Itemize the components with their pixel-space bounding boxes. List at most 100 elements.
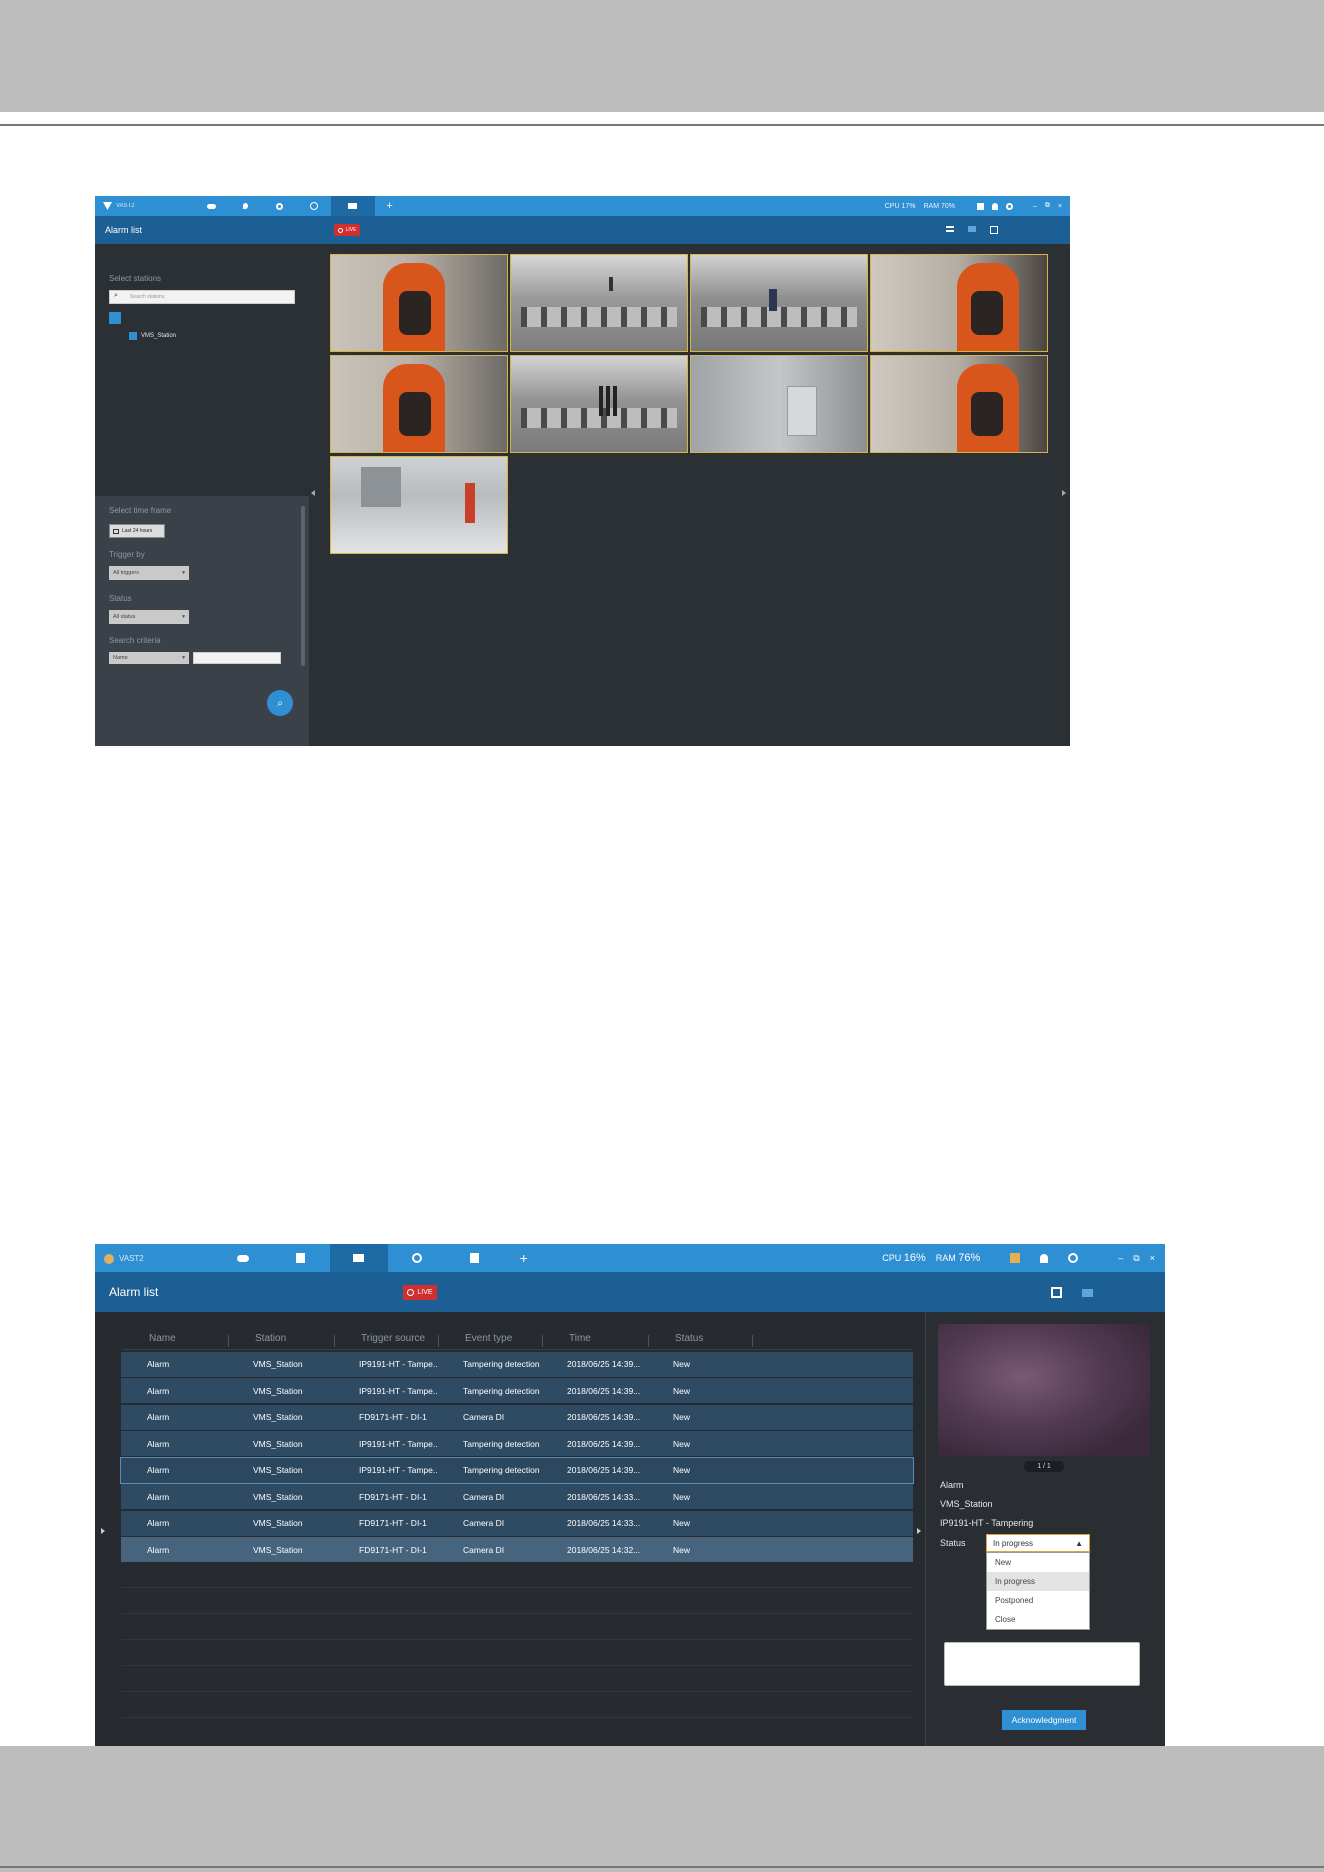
cell-event-type: Tampering detection [463, 1465, 540, 1475]
alarm-list-live-screenshot: VAST2 + CPU 17% RAM 70% – ⧉ × Alarm list… [95, 196, 1070, 746]
column-header-station[interactable]: Station [229, 1333, 335, 1347]
add-tab-button[interactable]: + [375, 196, 405, 216]
close-button[interactable]: × [1058, 203, 1062, 210]
snapshot-tile[interactable] [870, 254, 1048, 352]
table-row[interactable]: Alarm VMS_Station IP9191-HT - Tampe... Tamp… [121, 1431, 913, 1456]
page-title: Alarm list [105, 225, 143, 235]
time-frame-button[interactable]: Last 24 hours [109, 524, 165, 538]
minimize-button[interactable]: – [1033, 203, 1037, 210]
time-frame-label: Select time frame [109, 506, 172, 515]
tab-settings[interactable] [388, 1244, 446, 1272]
cpu-usage: CPU 17% [884, 202, 916, 210]
bell-icon[interactable] [992, 202, 998, 210]
tab-map[interactable] [229, 196, 263, 216]
collapse-left-handle[interactable] [101, 1528, 105, 1534]
snapshot-tile[interactable] [510, 254, 688, 352]
close-button[interactable]: × [1150, 1253, 1155, 1263]
vivotek-logo-icon [103, 202, 112, 210]
snapshot-tile[interactable] [690, 254, 868, 352]
live-button[interactable]: LIVE [403, 1284, 437, 1300]
search-fab-button[interactable]: ⌕ [267, 690, 293, 716]
restore-button[interactable]: ⧉ [1133, 1253, 1139, 1264]
column-header-name[interactable]: Name [123, 1333, 229, 1347]
cell-event-type: Camera DI [463, 1412, 505, 1422]
export-icon[interactable] [990, 226, 998, 234]
caret-down-icon: ▾ [182, 570, 185, 576]
criteria-label: Search criteria [109, 636, 161, 645]
station-tree-item[interactable]: VMS_Station [129, 332, 176, 340]
comment-textarea[interactable] [944, 1642, 1140, 1686]
table-row[interactable]: Alarm VMS_Station FD9171-HT - DI-1 Camera D… [121, 1484, 913, 1509]
grid-icon[interactable] [977, 202, 984, 210]
status-option-postponed[interactable]: Postponed [987, 1591, 1089, 1610]
column-header-time[interactable]: Time [543, 1333, 649, 1347]
tab-alarm-list[interactable] [330, 196, 375, 216]
checkbox-checked-icon[interactable] [129, 332, 137, 340]
tab-settings[interactable] [263, 196, 297, 216]
map-icon [296, 1253, 306, 1263]
status-option-in-progress[interactable]: In progress [987, 1572, 1089, 1591]
cell-station: VMS_Station [253, 1544, 303, 1555]
table-row[interactable]: Alarm VMS_Station FD9171-HT - DI-1 Camera D… [121, 1537, 913, 1562]
snapshot-tile[interactable] [870, 355, 1048, 453]
export-icon[interactable] [1051, 1286, 1062, 1298]
building-icon [470, 1253, 480, 1263]
snapshot-tile[interactable] [690, 355, 868, 453]
restore-button[interactable]: ⧉ [1045, 202, 1050, 210]
snapshot-tile[interactable] [510, 355, 688, 453]
criteria-input[interactable] [193, 652, 281, 664]
snapshot-tile[interactable] [330, 456, 508, 554]
add-tab-button[interactable]: + [504, 1244, 544, 1272]
acknowledgment-button[interactable]: Acknowledgment [1002, 1710, 1086, 1730]
table-row[interactable]: Alarm VMS_Station IP9191-HT - Tampe... Tamp… [121, 1378, 913, 1403]
cell-status: New [673, 1465, 691, 1475]
cell-name: Alarm [147, 1544, 170, 1555]
tab-building[interactable] [446, 1244, 504, 1272]
collapse-right-handle[interactable] [917, 1528, 921, 1534]
status-select[interactable]: In progress ▲ [986, 1534, 1090, 1552]
tab-alarm-list[interactable] [329, 1244, 388, 1272]
scrollbar[interactable] [301, 506, 305, 666]
status-option-new[interactable]: New [987, 1553, 1089, 1572]
criteria-value: Name [113, 655, 128, 661]
column-header-status[interactable]: Status [649, 1333, 753, 1347]
folder-icon[interactable] [1082, 1288, 1093, 1297]
column-header-trigger-source[interactable]: Trigger source [335, 1333, 439, 1347]
table-row[interactable]: Alarm VMS_Station IP9191-HT - Tampe... Tamp… [121, 1351, 913, 1377]
criteria-dropdown[interactable]: Name ▾ [109, 652, 189, 664]
cell-event-type: Camera DI [463, 1518, 505, 1528]
table-row[interactable]: Alarm VMS_Station IP9191-HT - Tampe... Tamp… [120, 1456, 914, 1484]
tab-search[interactable] [297, 196, 331, 216]
turnstiles [521, 307, 677, 327]
minimize-button[interactable]: – [1118, 1253, 1123, 1263]
station-search-input[interactable]: ⌕ Search stations [109, 290, 295, 304]
table-row[interactable]: Alarm VMS_Station FD9171-HT - DI-1 Camera D… [121, 1404, 913, 1430]
collapse-left-handle[interactable] [311, 490, 315, 496]
gear-icon[interactable] [1006, 202, 1013, 210]
search-icon: ⌕ [114, 292, 118, 299]
snapshot-tile[interactable] [330, 355, 508, 453]
tab-map[interactable] [272, 1244, 330, 1272]
ram-usage: RAM 76% [935, 1252, 981, 1264]
live-icon [337, 227, 343, 233]
folder-icon[interactable] [968, 226, 976, 232]
list-view-icon[interactable] [946, 226, 954, 232]
tab-cloud[interactable] [214, 1244, 272, 1272]
cpu-usage: CPU 16% [882, 1252, 926, 1264]
cloud-icon [236, 1254, 249, 1262]
live-label: LIVE [417, 1288, 433, 1296]
status-option-close[interactable]: Close [987, 1610, 1089, 1629]
collapse-right-handle[interactable] [1062, 490, 1066, 496]
trigger-dropdown[interactable]: All triggers ▾ [109, 566, 189, 580]
gear-icon[interactable] [1068, 1253, 1079, 1263]
expand-tree-button[interactable] [109, 312, 121, 324]
trigger-label: Trigger by [109, 550, 145, 559]
table-row[interactable]: Alarm VMS_Station FD9171-HT - DI-1 Camera D… [121, 1510, 913, 1536]
column-header-event-type[interactable]: Event type [439, 1333, 543, 1347]
snapshot-tile[interactable] [330, 254, 508, 352]
bell-icon[interactable] [1040, 1253, 1049, 1263]
live-button[interactable]: LIVE [334, 224, 360, 236]
grid-icon[interactable] [1010, 1253, 1021, 1263]
tab-cloud[interactable] [195, 196, 229, 216]
status-dropdown[interactable]: All status ▾ [109, 610, 189, 624]
